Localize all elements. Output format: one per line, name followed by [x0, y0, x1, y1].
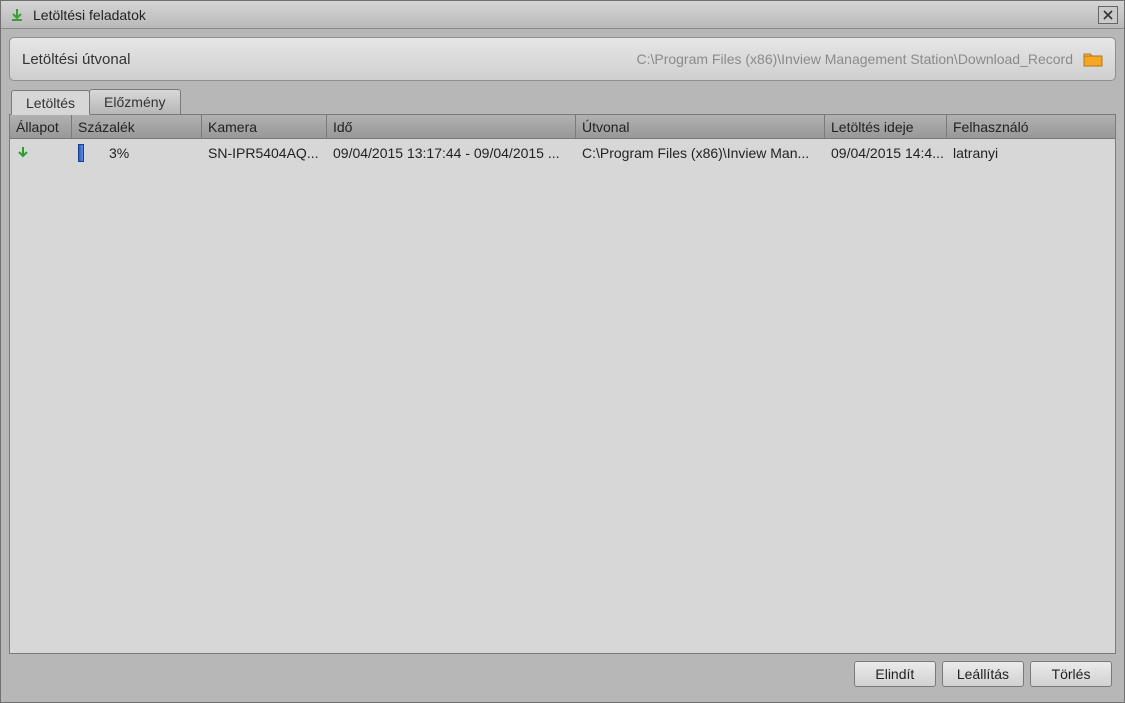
download-path-value: C:\Program Files (x86)\Inview Management… — [636, 51, 1073, 67]
col-percent[interactable]: Százalék — [72, 115, 202, 138]
browse-folder-button[interactable] — [1083, 51, 1103, 67]
downloads-table: Állapot Százalék Kamera Idő Útvonal Letö… — [9, 114, 1116, 654]
col-time[interactable]: Idő — [327, 115, 576, 138]
downloading-icon — [16, 146, 30, 160]
cell-user: latranyi — [947, 139, 1115, 167]
col-status[interactable]: Állapot — [10, 115, 72, 138]
start-button[interactable]: Elindít — [854, 661, 936, 687]
col-path[interactable]: Útvonal — [576, 115, 825, 138]
titlebar: Letöltési feladatok — [1, 1, 1124, 29]
progress-text: 3% — [109, 145, 129, 161]
cell-camera: SN-IPR5404AQ... — [202, 139, 327, 167]
download-path-panel: Letöltési útvonal C:\Program Files (x86)… — [9, 37, 1116, 81]
cell-dltime: 09/04/2015 14:4... — [825, 139, 947, 167]
cell-status — [10, 139, 72, 167]
col-camera[interactable]: Kamera — [202, 115, 327, 138]
download-path-label: Letöltési útvonal — [22, 51, 130, 68]
download-tasks-window: Letöltési feladatok Letöltési útvonal C:… — [0, 0, 1125, 703]
tab-download-label: Letöltés — [26, 95, 75, 111]
col-dltime[interactable]: Letöltés ideje — [825, 115, 947, 138]
col-user[interactable]: Felhasználó — [947, 115, 1115, 138]
window-title: Letöltési feladatok — [33, 7, 1090, 23]
table-row[interactable]: 3% SN-IPR5404AQ... 09/04/2015 13:17:44 -… — [10, 139, 1115, 167]
stop-button[interactable]: Leállítás — [942, 661, 1024, 687]
close-button[interactable] — [1098, 6, 1118, 24]
tab-history[interactable]: Előzmény — [89, 89, 180, 114]
cell-time: 09/04/2015 13:17:44 - 09/04/2015 ... — [327, 139, 576, 167]
progress-bar — [78, 144, 84, 162]
table-body: 3% SN-IPR5404AQ... 09/04/2015 13:17:44 -… — [10, 139, 1115, 653]
table-header: Állapot Százalék Kamera Idő Útvonal Letö… — [10, 115, 1115, 139]
download-icon — [9, 7, 25, 23]
tab-history-label: Előzmény — [104, 94, 165, 110]
tabs: Letöltés Előzmény Állapot Százalék Kamer… — [9, 89, 1116, 654]
cell-path: C:\Program Files (x86)\Inview Man... — [576, 139, 825, 167]
delete-button[interactable]: Törlés — [1030, 661, 1112, 687]
footer: Elindít Leállítás Törlés — [9, 654, 1116, 694]
tab-download[interactable]: Letöltés — [11, 90, 90, 115]
window-body: Letöltési útvonal C:\Program Files (x86)… — [1, 29, 1124, 702]
cell-percent: 3% — [72, 139, 202, 167]
tab-strip: Letöltés Előzmény — [9, 89, 1116, 114]
